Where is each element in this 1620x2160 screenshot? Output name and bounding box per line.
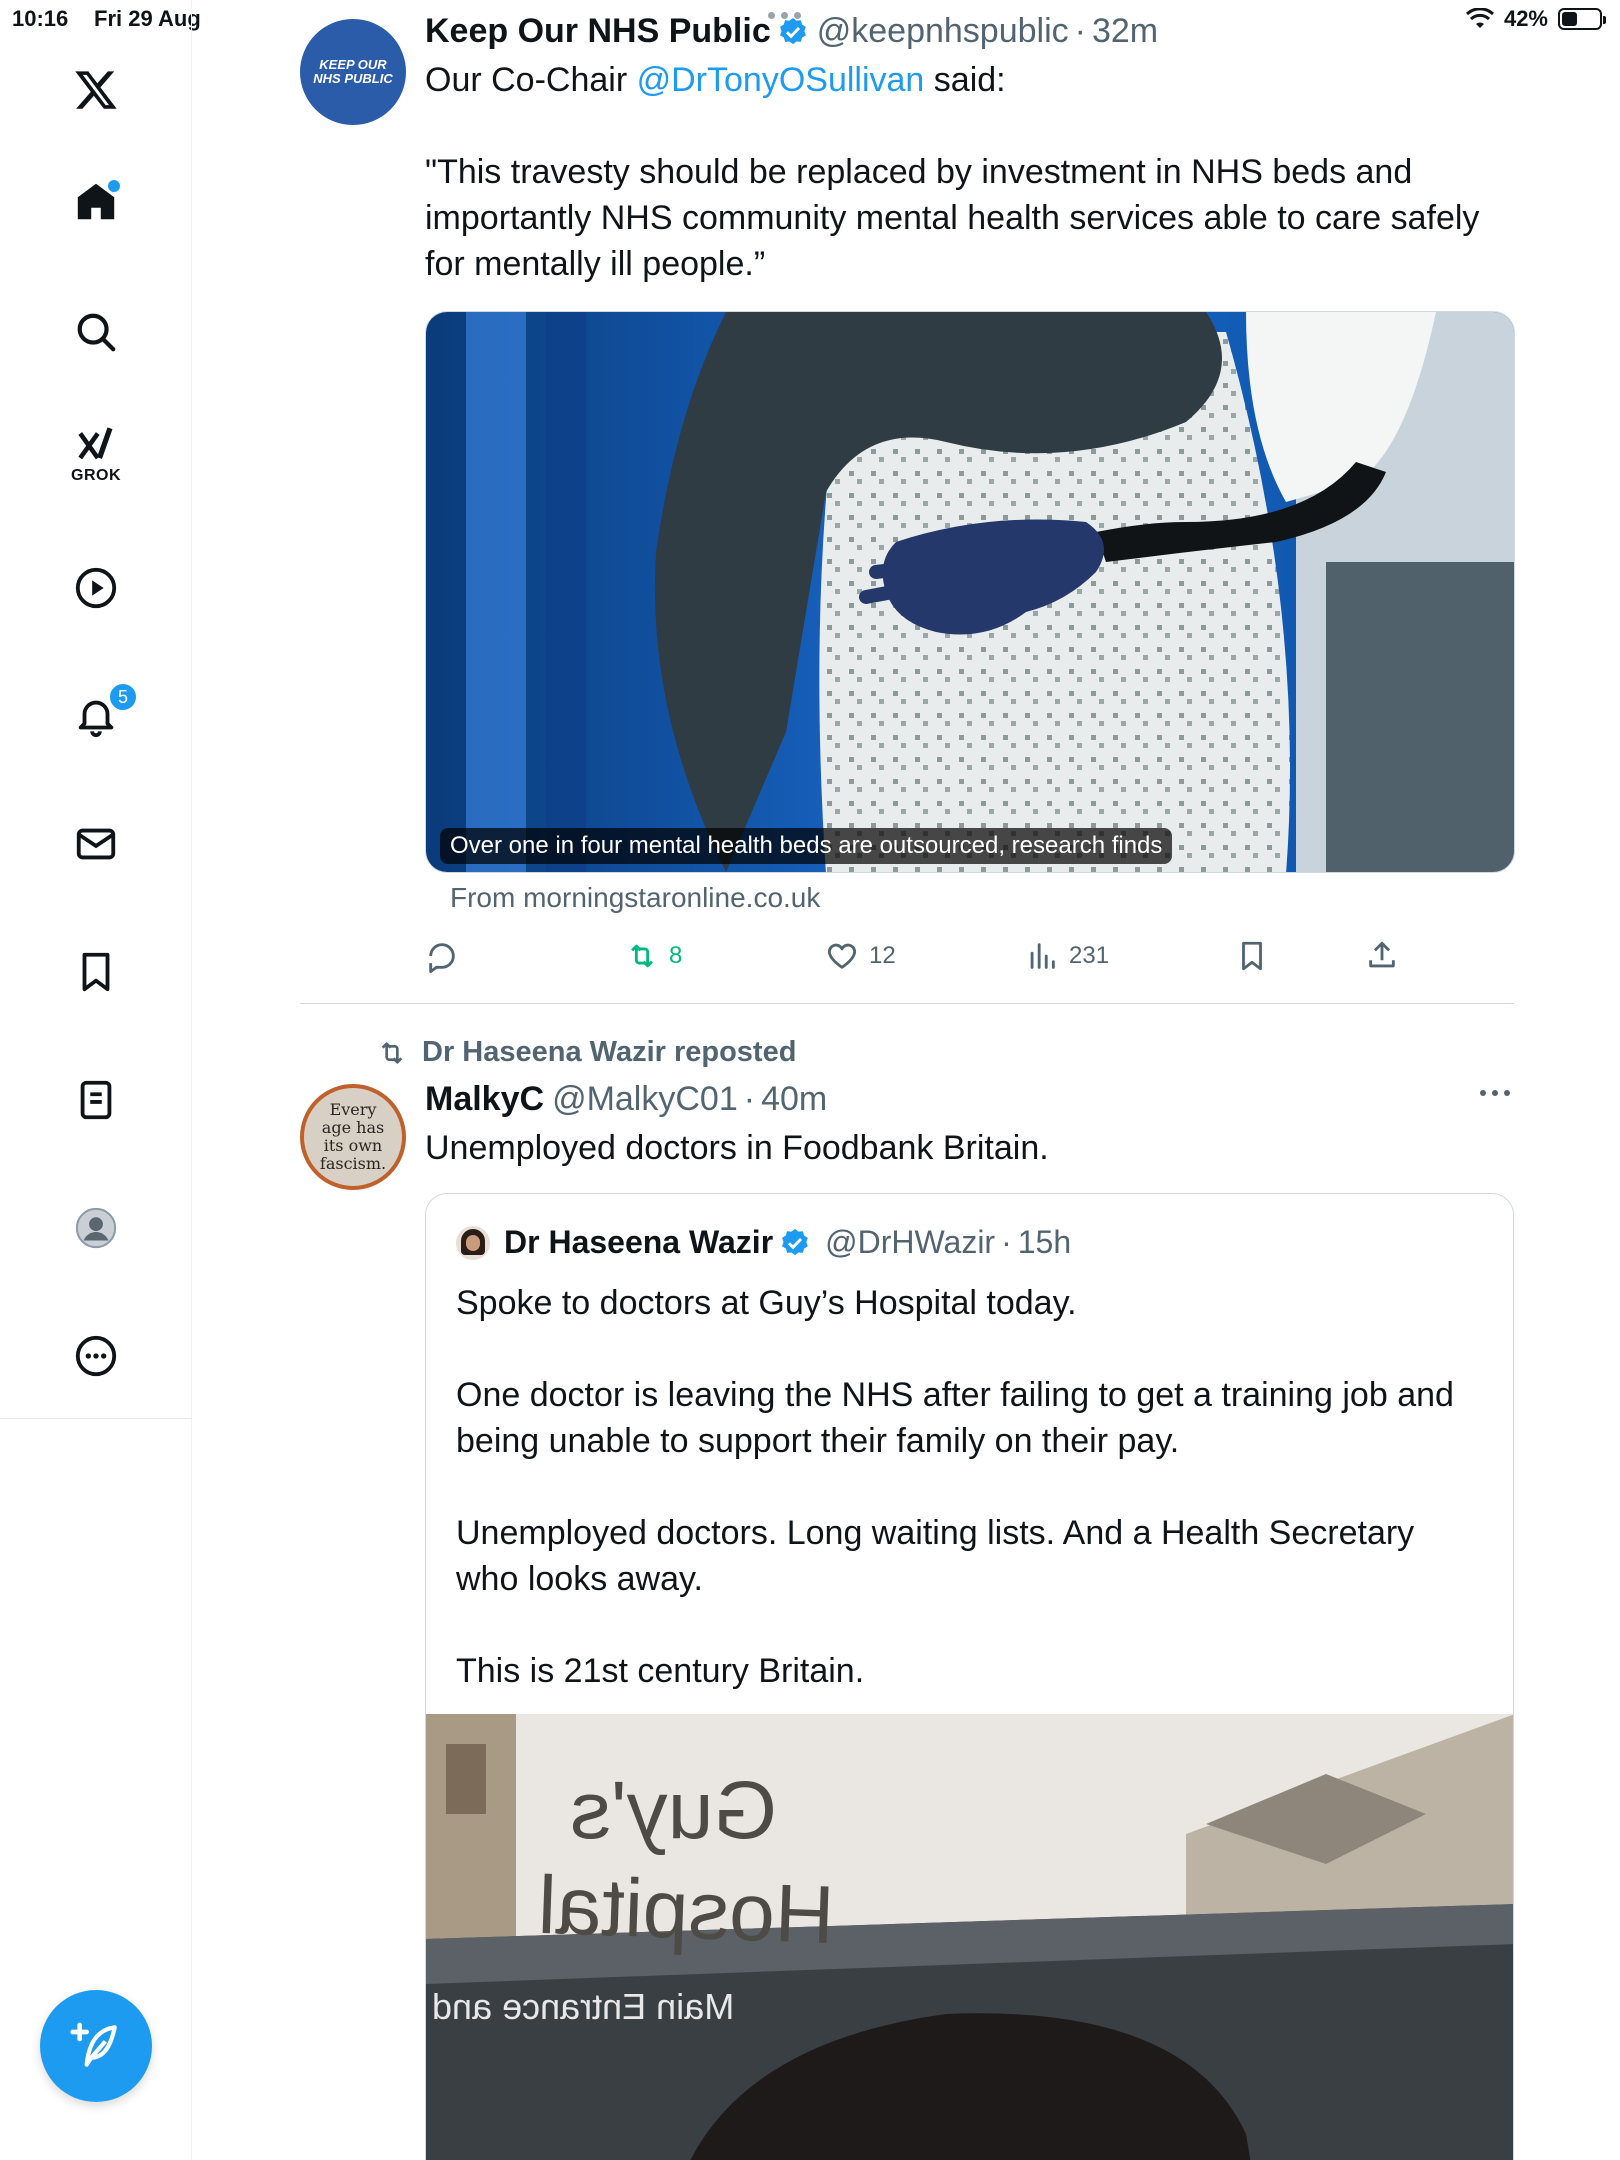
list-icon	[80, 1080, 112, 1120]
tweet-divider	[300, 1003, 1514, 1004]
separator-dot: ·	[1001, 1224, 1012, 1260]
tweet-text: Unemployed doctors in Foodbank Britain.	[425, 1129, 1049, 1167]
sign-text: Hospital	[536, 1859, 836, 1962]
verified-badge-icon	[782, 1228, 808, 1255]
compose-button[interactable]	[40, 1990, 152, 2102]
nav-notifications[interactable]: 5	[56, 676, 138, 756]
reposted-by[interactable]: Dr Haseena Wazir reposted	[422, 1036, 796, 1069]
quoted-tweet[interactable]: Dr Haseena Wazir @DrHWazir · 15h Spoke t…	[425, 1193, 1514, 2160]
avatar-text: NHS PUBLIC	[313, 71, 393, 86]
quoted-author-handle[interactable]: @DrHWazir	[825, 1224, 995, 1261]
tweet-time[interactable]: 32m	[1092, 12, 1158, 51]
nav-messages[interactable]	[56, 804, 136, 884]
sidebar: GROK 5	[0, 0, 192, 2160]
quoted-author-name[interactable]: Dr Haseena Wazir	[504, 1224, 773, 1261]
search-icon	[77, 313, 116, 352]
compose-feather-icon	[70, 2022, 117, 2067]
x-logo-icon[interactable]	[56, 50, 136, 130]
text-suffix: said:	[924, 61, 1006, 99]
entrance-sign-text: Main Entrance and	[432, 1986, 735, 2027]
nav-home[interactable]	[56, 162, 136, 242]
author-handle[interactable]: @keepnhspublic	[817, 12, 1069, 51]
home-unread-dot	[108, 180, 120, 192]
grok-label: GROK	[71, 467, 121, 484]
avatar[interactable]: KEEP OUR NHS PUBLIC	[300, 19, 406, 125]
nav-search[interactable]	[56, 292, 136, 372]
retweet-icon	[381, 1041, 403, 1064]
grok-icon	[78, 427, 113, 460]
quoted-tweet-image[interactable]: Guy's Hospital Main Entrance and	[426, 1714, 1513, 2160]
bookmark-button[interactable]	[1235, 932, 1269, 980]
mail-icon	[76, 828, 116, 860]
battery-icon	[1558, 8, 1606, 30]
reply-icon	[429, 943, 455, 973]
quoted-avatar[interactable]	[456, 1225, 490, 1260]
like-button[interactable]: 12	[825, 932, 896, 980]
text-prefix: Our Co-Chair	[425, 61, 637, 99]
more-options-button[interactable]	[1480, 1090, 1510, 1096]
share-icon	[1369, 941, 1395, 968]
sign-text: Guy's	[570, 1765, 778, 1856]
separator-dot: ·	[743, 1080, 756, 1118]
nav-grok[interactable]: GROK	[56, 414, 136, 494]
quoted-tweet-text: Spoke to doctors at Guy’s Hospital today…	[456, 1284, 1454, 1690]
bookmark-icon	[1242, 941, 1262, 971]
tweet-time[interactable]: 40m	[761, 1080, 827, 1119]
author-name[interactable]: Keep Our NHS Public	[425, 12, 771, 51]
nav-lists[interactable]	[56, 1060, 136, 1140]
quoted-tweet-time[interactable]: 15h	[1018, 1224, 1071, 1261]
tweet-quote-text: "This travesty should be replaced by inv…	[425, 153, 1489, 283]
more-circle-icon	[75, 1335, 117, 1377]
author-name[interactable]: MalkyC	[425, 1080, 544, 1119]
bookmark-icon	[82, 952, 110, 992]
sidebar-divider	[0, 1418, 192, 1419]
nav-profile[interactable]	[56, 1188, 136, 1268]
separator-dot: ·	[1074, 12, 1086, 50]
retweet-icon	[631, 944, 653, 968]
tweet-actions: 8 12 231	[425, 932, 1425, 980]
author-handle[interactable]: @MalkyC01	[552, 1080, 738, 1119]
notifications-badge: 5	[108, 682, 138, 712]
tweet-text: Our Co-Chair @DrTonyOSullivan said:	[425, 57, 1525, 103]
retweet-button[interactable]: 8	[625, 932, 682, 980]
retweet-count: 8	[669, 942, 683, 969]
nav-bookmarks[interactable]	[56, 932, 136, 1012]
reply-button[interactable]	[425, 932, 459, 980]
like-count: 12	[869, 942, 896, 969]
profile-avatar-icon	[75, 1207, 117, 1249]
mention-link[interactable]: @DrTonyOSullivan	[637, 61, 925, 99]
hospital-gown-photo	[426, 312, 1514, 872]
avatar-text: Every age has its own fascism.	[319, 1100, 387, 1173]
nav-more[interactable]	[56, 1316, 136, 1396]
heart-icon	[827, 943, 857, 969]
repost-indicator: Dr Haseena Wazir reposted	[376, 1036, 796, 1069]
verified-badge-icon	[779, 17, 806, 44]
share-button[interactable]	[1365, 932, 1399, 980]
link-card-headline: Over one in four mental health beds are …	[440, 828, 1173, 864]
avatar-text: KEEP OUR	[319, 57, 387, 72]
link-card-image[interactable]: Over one in four mental health beds are …	[425, 311, 1515, 873]
views-count: 231	[1069, 942, 1110, 969]
avatar[interactable]: Every age has its own fascism.	[300, 1084, 406, 1190]
analytics-icon	[1030, 943, 1055, 969]
nav-video[interactable]	[56, 548, 136, 628]
link-card-source[interactable]: From morningstaronline.co.uk	[450, 882, 820, 914]
play-icon	[75, 567, 117, 609]
views-button[interactable]: 231	[1025, 932, 1109, 980]
